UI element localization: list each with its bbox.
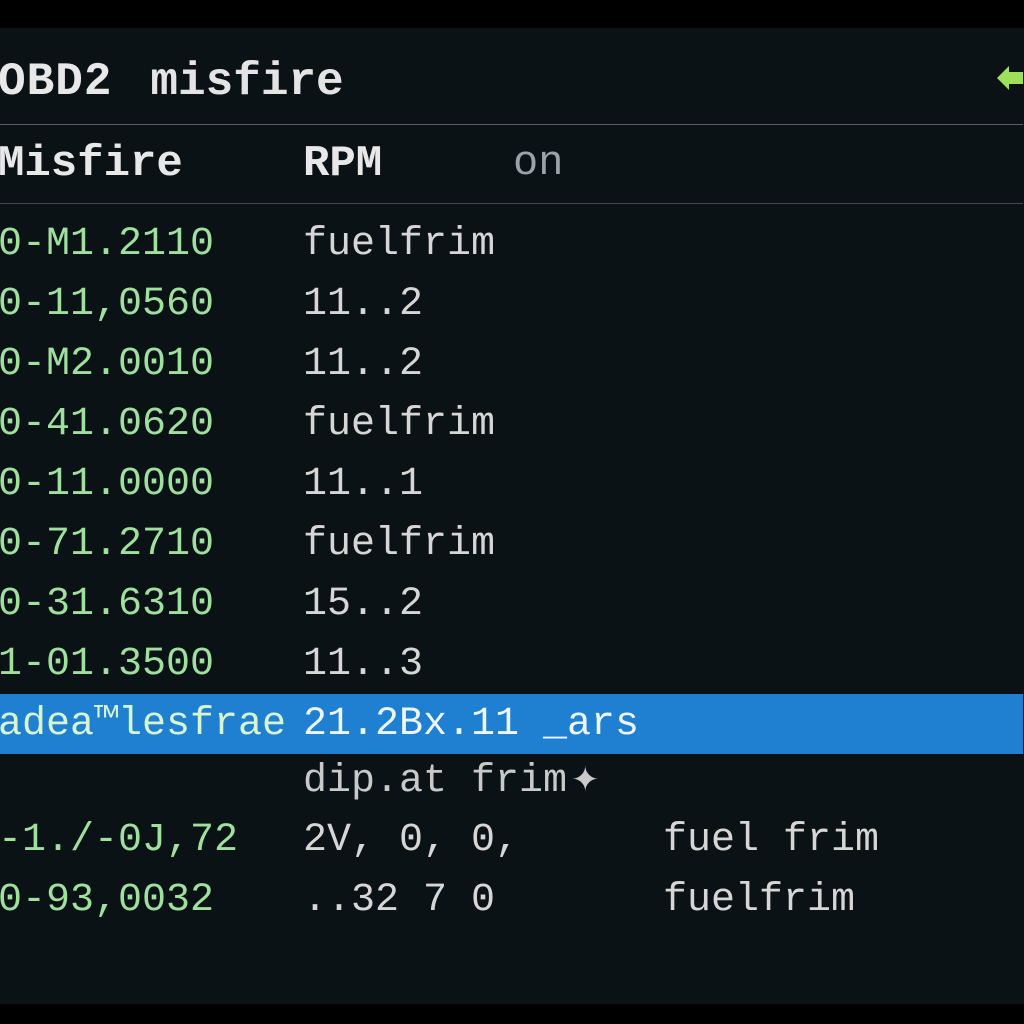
list-item[interactable]: 0-M2.0010 11..2: [0, 334, 1023, 394]
app-title: OBD2: [0, 56, 112, 108]
misfire-value: 0-71.2710: [0, 522, 303, 567]
rpm-value: fuelfrim: [303, 522, 663, 567]
column-headers: Misfire RPM on: [0, 125, 1024, 203]
rpm-value: 11..1: [303, 462, 663, 507]
list-item[interactable]: 1-01.3500 11..3: [0, 634, 1023, 694]
rpm-value: fuelfrim: [303, 402, 663, 447]
list-item[interactable]: 0-71.2710 fuelfrim: [0, 514, 1023, 574]
misfire-value: adea™lesfrae: [0, 702, 303, 747]
header-misfire: Misfire: [0, 139, 303, 189]
rpm-value: 11..2: [303, 282, 663, 327]
misfire-value: 0-11,0560: [0, 282, 303, 327]
list-item[interactable]: 0-11.0000 11..1: [0, 454, 1023, 514]
misfire-value: 0-31.6310: [0, 582, 303, 627]
list-item[interactable]: 0-31.6310 15..2: [0, 574, 1023, 634]
divider: [0, 203, 1023, 204]
misfire-value: 0-M1.2110: [0, 222, 303, 267]
misfire-value: 0-M2.0010: [0, 342, 303, 387]
cursor-icon: ✦: [571, 760, 600, 802]
misfire-value: -1./-0J,72: [0, 818, 303, 863]
rpm-value: 11..2: [303, 342, 663, 387]
list-item[interactable]: 0-93,0032 ..32 7 0 fuelfrim: [0, 870, 1023, 930]
list-item[interactable]: 0-41.0620 fuelfrim: [0, 394, 1023, 454]
misfire-value: 1-01.3500: [0, 642, 303, 687]
extra-value: fuel frim: [663, 818, 879, 863]
extra-value: fuelfrim: [663, 878, 855, 923]
sub-label-row: dip.at frim ✦: [0, 754, 1023, 810]
list-item-selected[interactable]: adea™lesfrae 21.2Bx.11 _ars: [0, 694, 1023, 754]
rpm-value: 11..3: [303, 642, 663, 687]
obd2-screen: OBD2 misfire Misfire RPM on 0-M1.2110 fu…: [0, 28, 1024, 1004]
data-list: 0-M1.2110 fuelfrim 0-11,0560 11..2 0-M2.…: [0, 214, 1024, 930]
list-item[interactable]: 0-M1.2110 fuelfrim: [0, 214, 1023, 274]
rpm-value: fuelfrim: [303, 222, 663, 267]
list-item[interactable]: -1./-0J,72 2V, 0, 0, fuel frim: [0, 810, 1023, 870]
sub-label: dip.at frim: [303, 759, 567, 804]
list-item[interactable]: 0-11,0560 11..2: [0, 274, 1023, 334]
rpm-value: 2V, 0, 0,: [303, 818, 663, 863]
misfire-value: 0-41.0620: [0, 402, 303, 447]
header-on: on: [513, 139, 563, 189]
header-rpm: RPM: [303, 139, 513, 189]
misfire-value: 0-93,0032: [0, 878, 303, 923]
rpm-value: 15..2: [303, 582, 663, 627]
rpm-value: ..32 7 0: [303, 878, 663, 923]
misfire-value: 0-11.0000: [0, 462, 303, 507]
app-subtitle: misfire: [150, 56, 343, 108]
rpm-value: 21.2Bx.11 _ars: [303, 702, 663, 747]
title-bar: OBD2 misfire: [0, 48, 1024, 124]
status-icon: [989, 54, 1024, 102]
